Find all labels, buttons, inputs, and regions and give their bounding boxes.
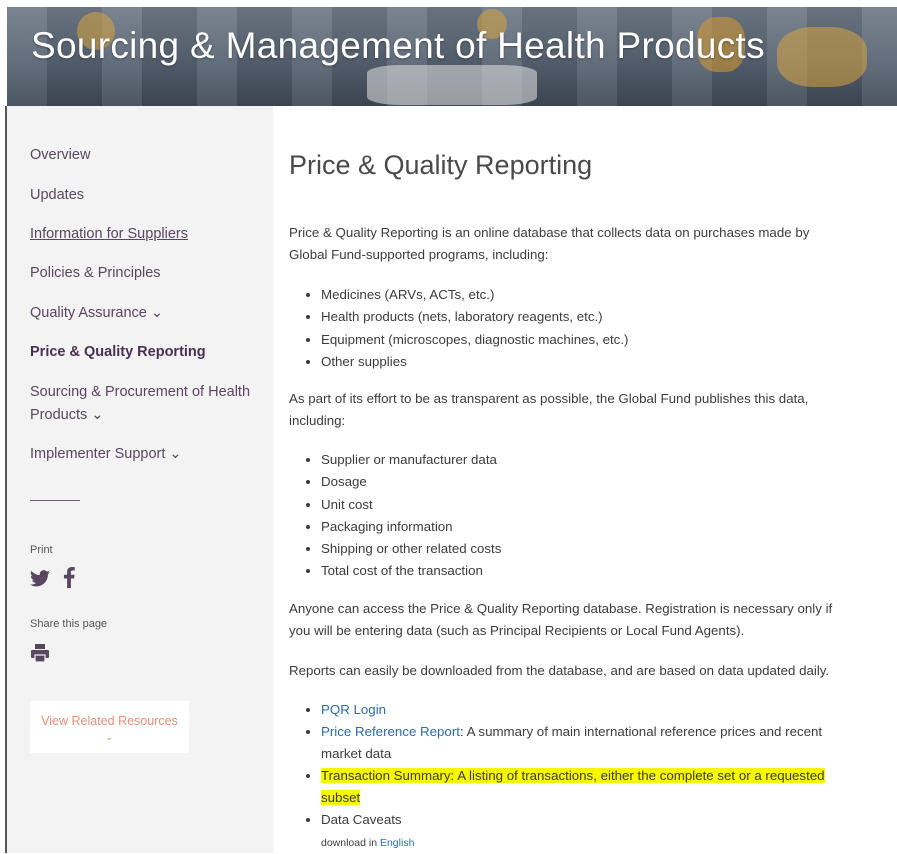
list-item: Packaging information	[321, 516, 501, 538]
list-item: Total cost of the transaction	[321, 560, 501, 582]
twitter-icon[interactable]	[30, 570, 50, 592]
resources-list: PQR Login Price Reference Report: A summ…	[289, 699, 846, 854]
main-content: Price & Quality Reporting Price & Qualit…	[273, 106, 897, 853]
list-item: Price Reference Report: A summary of mai…	[321, 721, 846, 765]
sidebar-item-quality-assurance[interactable]: Quality Assurance ⌄	[30, 302, 163, 325]
sidebar-item-implementer-support[interactable]: Implementer Support ⌄	[30, 443, 182, 466]
intro-paragraph: Price & Quality Reporting is an online d…	[289, 225, 810, 262]
sidebar-item-label: Products ⌄	[30, 407, 104, 423]
sidebar-item-sourcing-procurement[interactable]: Sourcing & Procurement of Health Product…	[30, 381, 250, 427]
list-item: PQR Login	[321, 699, 846, 721]
sidebar-item-overview[interactable]: Overview	[30, 144, 90, 167]
pqr-login-link[interactable]: PQR Login	[321, 702, 386, 717]
list-item: Transaction Summary: A listing of transa…	[321, 765, 846, 809]
sidebar-item-policies[interactable]: Policies & Principles	[30, 262, 161, 285]
sidebar-item-price-quality-reporting[interactable]: Price & Quality Reporting	[30, 341, 206, 364]
list-item: Other supplies	[321, 351, 628, 373]
download-in-label: download in	[321, 837, 380, 849]
chevron-down-icon: ⌄	[105, 732, 114, 743]
sidebar-item-updates[interactable]: Updates	[30, 184, 84, 207]
transaction-summary-text[interactable]: Transaction Summary: A listing of transa…	[321, 768, 825, 805]
print-label: Print	[30, 544, 53, 556]
page: Sourcing & Management of Health Products…	[0, 0, 897, 853]
banner-figure	[777, 27, 867, 87]
list-item: Shipping or other related costs	[321, 538, 501, 560]
list-item: Data Caveats download in English	[321, 809, 846, 854]
download-english-link[interactable]: English	[380, 837, 414, 849]
transparency-paragraph: As part of its effort to be as transpare…	[289, 391, 809, 428]
list-item: Health products (nets, laboratory reagen…	[321, 306, 628, 328]
sidebar-item-label: Sourcing & Procurement of Health	[30, 384, 251, 400]
page-title: Price & Quality Reporting	[289, 150, 593, 180]
list-item: Supplier or manufacturer data	[321, 449, 501, 471]
reports-paragraph: Reports can easily be downloaded from th…	[289, 663, 830, 678]
list-item: Dosage	[321, 471, 501, 493]
related-resources-label: View Related Resources	[41, 714, 178, 728]
product-list: Medicines (ARVs, ACTs, etc.) Health prod…	[289, 284, 628, 373]
price-reference-report-link[interactable]: Price Reference Report	[321, 724, 460, 739]
share-label: Share this page	[30, 618, 108, 630]
banner-figure	[367, 65, 537, 105]
access-paragraph: Anyone can access the Price & Quality Re…	[289, 601, 833, 638]
sidebar: Overview Updates Information for Supplie…	[7, 106, 273, 853]
list-item: Equipment (microscopes, diagnostic machi…	[321, 329, 628, 351]
sidebar-divider	[30, 500, 80, 501]
header-banner: Sourcing & Management of Health Products	[7, 7, 897, 107]
printer-icon[interactable]	[30, 643, 50, 668]
sidebar-item-information-for-suppliers[interactable]: Information for Suppliers	[30, 223, 188, 246]
facebook-icon[interactable]	[63, 567, 75, 593]
list-item: Medicines (ARVs, ACTs, etc.)	[321, 284, 628, 306]
published-data-list: Supplier or manufacturer data Dosage Uni…	[289, 449, 501, 583]
data-caveats-text: Data Caveats	[321, 812, 402, 827]
list-item: Unit cost	[321, 494, 501, 516]
banner-title: Sourcing & Management of Health Products	[31, 25, 765, 66]
view-related-resources-button[interactable]: View Related Resources ⌄	[30, 701, 189, 753]
